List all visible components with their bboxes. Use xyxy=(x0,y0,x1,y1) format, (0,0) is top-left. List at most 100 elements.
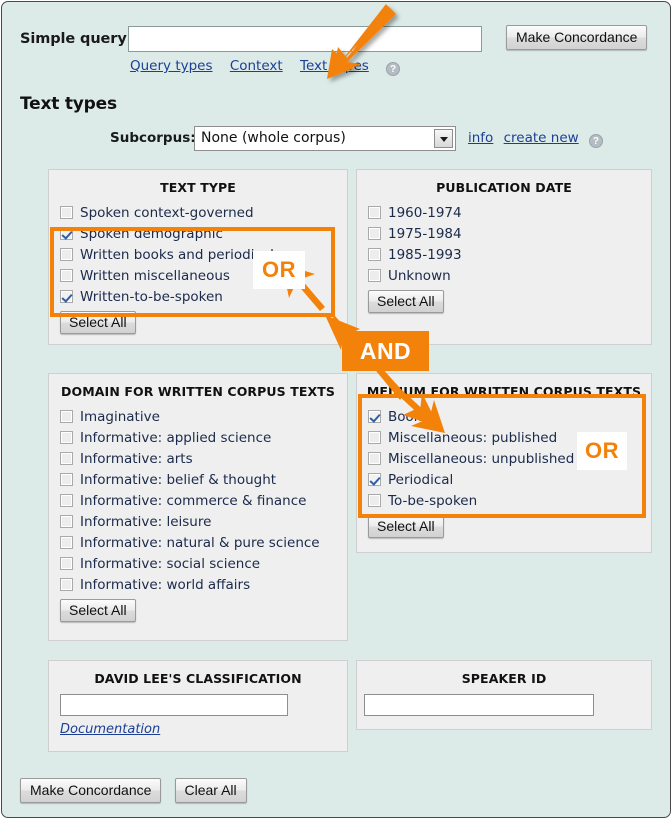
checkbox-row[interactable]: Informative: natural & pure science xyxy=(60,532,347,553)
checkbox-icon[interactable] xyxy=(368,473,381,486)
checkbox-row[interactable]: Written miscellaneous xyxy=(60,265,347,286)
checkbox-icon[interactable] xyxy=(60,515,73,528)
domain-checkbox-list: Imaginative Informative: applied science… xyxy=(49,406,347,595)
checkbox-icon[interactable] xyxy=(60,290,73,303)
checkbox-icon[interactable] xyxy=(368,248,381,261)
medium-checkbox-list: Book Miscellaneous: published Miscellane… xyxy=(357,406,651,511)
nav-link-context[interactable]: Context xyxy=(230,58,283,74)
checkbox-label: Informative: natural & pure science xyxy=(80,534,320,551)
checkbox-icon[interactable] xyxy=(368,269,381,282)
checkbox-row[interactable]: Informative: world affairs xyxy=(60,574,347,595)
page-title: Text types xyxy=(20,94,117,114)
chevron-down-icon[interactable] xyxy=(434,129,453,148)
checkbox-icon[interactable] xyxy=(60,473,73,486)
checkbox-row[interactable]: 1985-1993 xyxy=(368,244,651,265)
checkbox-label: 1985-1993 xyxy=(388,246,462,263)
checkbox-icon[interactable] xyxy=(60,410,73,423)
panel-text-type: TEXT TYPE Spoken context-governed Spoken… xyxy=(48,169,348,345)
checkbox-row[interactable]: Miscellaneous: unpublished xyxy=(368,448,651,469)
subcorpus-label: Subcorpus: xyxy=(110,130,196,146)
text-type-checkbox-list: Spoken context-governed Spoken demograph… xyxy=(49,202,347,307)
panel-domain: DOMAIN FOR WRITTEN CORPUS TEXTS Imaginat… xyxy=(48,373,348,641)
subcorpus-create-new-link[interactable]: create new xyxy=(504,130,579,146)
query-nav-links: Query types Context Text types ? xyxy=(130,58,401,76)
panel-text-type-title: TEXT TYPE xyxy=(160,180,236,195)
checkbox-label: Informative: commerce & finance xyxy=(80,492,307,509)
panel-publication-date: PUBLICATION DATE 1960-1974 1975-1984 198… xyxy=(356,169,652,345)
panel-speaker-id-title: SPEAKER ID xyxy=(461,671,547,686)
checkbox-icon[interactable] xyxy=(60,431,73,444)
subcorpus-select[interactable]: None (whole corpus) xyxy=(194,126,456,151)
checkbox-row[interactable]: To-be-spoken xyxy=(368,490,651,511)
subcorpus-links: info create new ? xyxy=(468,130,603,148)
checkbox-row[interactable]: Miscellaneous: published xyxy=(368,427,651,448)
nav-link-text-types[interactable]: Text types xyxy=(300,58,369,74)
checkbox-label: Written-to-be-spoken xyxy=(80,288,223,305)
simple-query-label: Simple query: xyxy=(20,31,133,47)
checkbox-label: Unknown xyxy=(388,267,451,284)
checkbox-row[interactable]: Imaginative xyxy=(60,406,347,427)
checkbox-icon[interactable] xyxy=(60,536,73,549)
checkbox-icon[interactable] xyxy=(368,494,381,507)
checkbox-icon[interactable] xyxy=(368,206,381,219)
checkbox-row[interactable]: 1960-1974 xyxy=(368,202,651,223)
checkbox-label: Imaginative xyxy=(80,408,160,425)
checkbox-row[interactable]: Informative: leisure xyxy=(60,511,347,532)
checkbox-label: 1975-1984 xyxy=(388,225,462,242)
checkbox-label: Spoken demographic xyxy=(80,225,223,242)
checkbox-row[interactable]: Informative: commerce & finance xyxy=(60,490,347,511)
make-concordance-button-bottom[interactable]: Make Concordance xyxy=(20,778,162,804)
checkbox-row[interactable]: Informative: belief & thought xyxy=(60,469,347,490)
checkbox-row[interactable]: Spoken context-governed xyxy=(60,202,347,223)
checkbox-icon[interactable] xyxy=(60,578,73,591)
panel-david-lee-title: DAVID LEE'S CLASSIFICATION xyxy=(94,671,302,686)
checkbox-label: Miscellaneous: unpublished xyxy=(388,450,575,467)
subcorpus-info-link[interactable]: info xyxy=(468,130,493,146)
help-icon[interactable]: ? xyxy=(386,62,401,76)
select-all-button-medium[interactable]: Select All xyxy=(368,515,444,539)
panel-publication-date-title: PUBLICATION DATE xyxy=(436,180,572,195)
checkbox-row[interactable]: 1975-1984 xyxy=(368,223,651,244)
checkbox-row[interactable]: Unknown xyxy=(368,265,651,286)
publication-date-checkbox-list: 1960-1974 1975-1984 1985-1993 Unknown xyxy=(357,202,651,286)
checkbox-icon[interactable] xyxy=(60,248,73,261)
simple-query-input[interactable] xyxy=(128,26,482,52)
checkbox-icon[interactable] xyxy=(60,269,73,282)
subcorpus-help-icon[interactable]: ? xyxy=(588,134,603,148)
panel-medium: MEDIUM FOR WRITTEN CORPUS TEXTS Book Mis… xyxy=(356,373,652,553)
simple-query-row: Simple query: Make Concordance xyxy=(20,25,660,54)
checkbox-label: 1960-1974 xyxy=(388,204,462,221)
checkbox-label: Spoken context-governed xyxy=(80,204,254,221)
checkbox-icon[interactable] xyxy=(368,431,381,444)
clear-all-button[interactable]: Clear All xyxy=(174,778,247,804)
panel-domain-title: DOMAIN FOR WRITTEN CORPUS TEXTS xyxy=(61,384,335,399)
speaker-id-input[interactable] xyxy=(364,693,594,716)
subcorpus-row: Subcorpus: None (whole corpus) info crea… xyxy=(110,126,650,152)
select-all-button-domain[interactable]: Select All xyxy=(60,599,136,623)
checkbox-row[interactable]: Informative: applied science xyxy=(60,427,347,448)
make-concordance-button-top[interactable]: Make Concordance xyxy=(506,25,648,51)
select-all-button-publication-date[interactable]: Select All xyxy=(368,290,444,314)
checkbox-label: Informative: applied science xyxy=(80,429,272,446)
checkbox-row[interactable]: Written books and periodicals xyxy=(60,244,347,265)
checkbox-icon[interactable] xyxy=(368,410,381,423)
checkbox-row[interactable]: Book xyxy=(368,406,651,427)
david-lee-classification-input[interactable] xyxy=(60,693,288,716)
checkbox-label: Book xyxy=(388,408,422,425)
checkbox-icon[interactable] xyxy=(368,227,381,240)
checkbox-icon[interactable] xyxy=(368,452,381,465)
checkbox-icon[interactable] xyxy=(60,494,73,507)
checkbox-icon[interactable] xyxy=(60,557,73,570)
documentation-link[interactable]: Documentation xyxy=(60,722,347,737)
checkbox-row[interactable]: Informative: arts xyxy=(60,448,347,469)
checkbox-icon[interactable] xyxy=(60,452,73,465)
checkbox-row[interactable]: Written-to-be-spoken xyxy=(60,286,347,307)
checkbox-icon[interactable] xyxy=(60,227,73,240)
subcorpus-selected-value: None (whole corpus) xyxy=(201,130,346,146)
checkbox-row[interactable]: Periodical xyxy=(368,469,651,490)
select-all-button-text-type[interactable]: Select All xyxy=(60,311,136,335)
checkbox-row[interactable]: Informative: social science xyxy=(60,553,347,574)
checkbox-icon[interactable] xyxy=(60,206,73,219)
checkbox-row[interactable]: Spoken demographic xyxy=(60,223,347,244)
nav-link-query-types[interactable]: Query types xyxy=(130,58,213,74)
